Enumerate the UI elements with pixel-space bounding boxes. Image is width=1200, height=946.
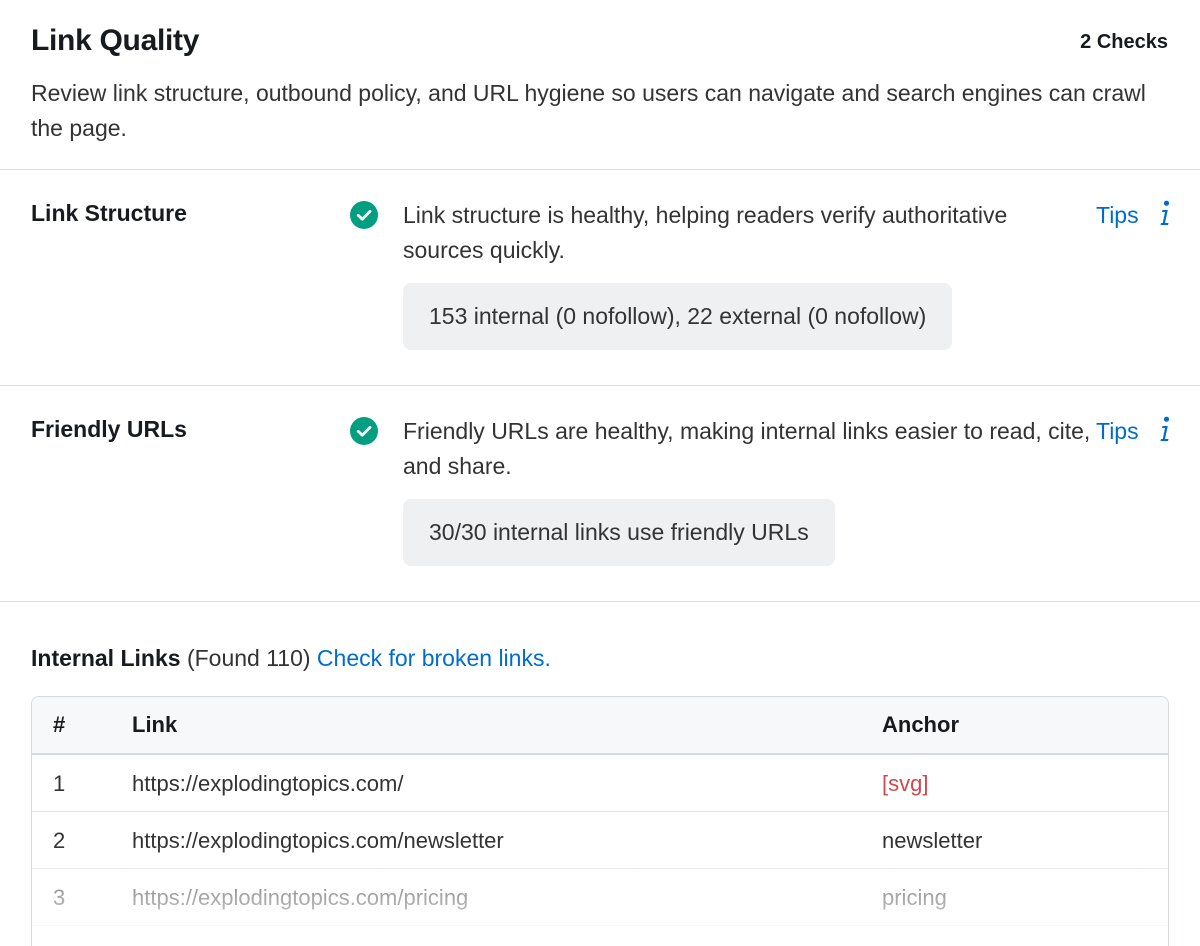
- check-message: Friendly URLs are healthy, making intern…: [403, 418, 1091, 479]
- row-anchor: [svg]: [882, 771, 929, 796]
- column-header-link: Link: [132, 712, 178, 737]
- panel-header: Link Quality 2 Checks Review link struct…: [0, 0, 1200, 170]
- check-detail: 30/30 internal links use friendly URLs: [403, 499, 835, 566]
- check-row-friendly-urls: Friendly URLs Friendly URLs are healthy,…: [0, 386, 1200, 602]
- check-circle-icon: [350, 417, 378, 445]
- check-label: Friendly URLs: [31, 416, 187, 442]
- tips-link[interactable]: Tips: [1096, 198, 1139, 233]
- row-number: 2: [53, 828, 66, 853]
- info-icon[interactable]: [1156, 415, 1174, 445]
- check-message: Link structure is healthy, helping reade…: [403, 202, 1008, 263]
- check-circle-icon: [350, 201, 378, 229]
- table-row: 1 https://explodingtopics.com/ [svg]: [32, 755, 1168, 812]
- check-broken-links-link[interactable]: Check for broken links.: [317, 645, 551, 671]
- row-link[interactable]: https://explodingtopics.com/: [132, 755, 403, 812]
- row-link[interactable]: https://explodingtopics.com/newsletter: [132, 812, 504, 869]
- column-header-anchor: Anchor: [882, 712, 959, 737]
- page-title: Link Quality: [31, 24, 200, 57]
- check-label: Link Structure: [31, 200, 187, 226]
- table-header: # Link Anchor: [32, 697, 1168, 755]
- column-header-number: #: [53, 712, 66, 737]
- row-anchor: pricing: [882, 885, 947, 910]
- row-number: 1: [53, 771, 66, 796]
- internal-links-title: Internal Links: [31, 645, 181, 671]
- info-icon[interactable]: [1156, 199, 1174, 229]
- check-row-link-structure: Link Structure Link structure is healthy…: [0, 170, 1200, 386]
- internal-links-count: (Found 110): [186, 645, 311, 671]
- checks-count: 2 Checks: [1080, 31, 1168, 53]
- row-anchor: newsletter: [882, 828, 983, 853]
- tips-link[interactable]: Tips: [1096, 414, 1139, 449]
- internal-links-heading: Internal Links (Found 110) Check for bro…: [31, 645, 551, 672]
- panel-description: Review link structure, outbound policy, …: [31, 80, 1146, 141]
- table-row: 3 https://explodingtopics.com/pricing pr…: [32, 869, 1168, 926]
- table-row: 2 https://explodingtopics.com/newsletter…: [32, 812, 1168, 869]
- row-link[interactable]: https://explodingtopics.com/pricing: [132, 869, 468, 926]
- check-detail: 153 internal (0 nofollow), 22 external (…: [403, 283, 953, 350]
- link-quality-panel: Link Quality 2 Checks Review link struct…: [0, 0, 1200, 946]
- row-number: 3: [53, 885, 66, 910]
- internal-links-table: # Link Anchor 1 https://explodingtopics.…: [31, 696, 1169, 946]
